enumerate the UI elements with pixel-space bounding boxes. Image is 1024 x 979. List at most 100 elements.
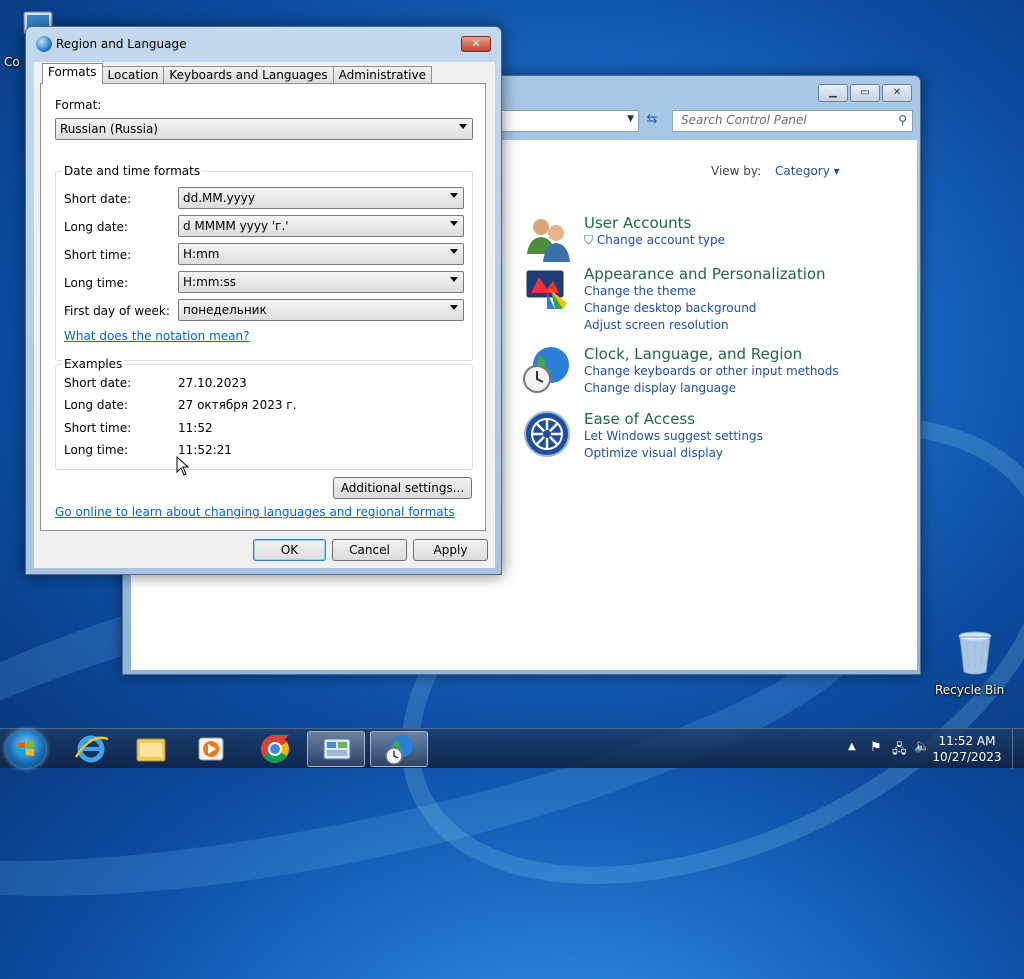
tab-administrative[interactable]: Administrative <box>332 66 433 84</box>
category-link[interactable]: Let Windows suggest settings <box>584 428 884 445</box>
formats-panel: Format: Russian (Russia) Date and time f… <box>40 83 486 531</box>
taskbar-region-language[interactable] <box>370 731 428 767</box>
chevron-down-icon <box>450 249 458 254</box>
start-button[interactable] <box>6 730 46 768</box>
chevron-up-icon[interactable]: ▲ <box>848 741 856 752</box>
taskbar-chrome[interactable] <box>246 731 304 767</box>
chrome-icon <box>261 735 289 763</box>
category-link[interactable]: Change the theme <box>584 283 884 300</box>
category-title[interactable]: User Accounts <box>584 214 884 232</box>
ease-of-access-icon <box>524 411 570 457</box>
field-label: Long time: <box>64 276 129 290</box>
view-by-dropdown[interactable]: Category ▾ <box>775 164 840 178</box>
chevron-down-icon[interactable]: ▼ <box>627 114 634 124</box>
chevron-down-icon <box>459 124 467 129</box>
clock[interactable]: 11:52 AM 10/27/2023 <box>932 733 1002 765</box>
format-label: Format: <box>55 98 102 112</box>
tab-location[interactable]: Location <box>101 66 165 84</box>
folder-icon <box>136 738 166 762</box>
format-value: Russian (Russia) <box>60 122 158 136</box>
example-value: 27.10.2023 <box>178 376 247 390</box>
example-value: 27 октября 2023 г. <box>178 398 297 412</box>
clock-date: 10/27/2023 <box>932 750 1002 764</box>
long-time-select[interactable]: H:mm:ss <box>178 271 464 293</box>
category-title[interactable]: Clock, Language, and Region <box>584 345 884 363</box>
maximize-button[interactable]: ▭ <box>850 84 880 102</box>
taskbar-explorer[interactable] <box>122 731 180 767</box>
category-link[interactable]: ⛉ Change account type <box>584 232 884 249</box>
show-desktop-button[interactable] <box>1012 729 1024 769</box>
example-label: Short date: <box>64 376 132 390</box>
control-panel-icon <box>323 738 351 760</box>
category-link[interactable]: Change desktop background <box>584 300 884 317</box>
action-center-icon[interactable]: ⚑ <box>870 740 882 755</box>
short-time-select[interactable]: H:mm <box>178 243 464 265</box>
cancel-button[interactable]: Cancel <box>332 539 407 561</box>
view-by-value: Category <box>775 164 830 178</box>
group-label: Date and time formats <box>62 164 203 178</box>
category-link[interactable]: Change display language <box>584 380 884 397</box>
short-date-select[interactable]: dd.MM.yyyy <box>178 187 464 209</box>
close-button[interactable]: ✕ <box>461 36 491 52</box>
system-tray: ▲ ⚑ 🖧 🔈 11:52 AM 10/27/2023 <box>834 729 1024 769</box>
mouse-cursor-icon <box>176 456 190 476</box>
notation-help-link[interactable]: What does the notation mean? <box>64 329 249 343</box>
category-link[interactable]: Change keyboards or other input methods <box>584 363 884 380</box>
link-text: Change account type <box>596 233 726 247</box>
ok-button[interactable]: OK <box>253 539 326 561</box>
example-label: Long time: <box>64 443 129 457</box>
recycle-bin-icon <box>958 631 992 675</box>
refresh-icon[interactable]: ⇆ <box>641 110 663 132</box>
category-link[interactable]: Adjust screen resolution <box>584 317 884 334</box>
view-by-label: View by: <box>711 164 762 178</box>
example-value: 11:52:21 <box>178 443 232 457</box>
dialog-title: Region and Language <box>56 37 187 51</box>
field-label: Long date: <box>64 220 128 234</box>
appearance-icon <box>526 270 567 309</box>
category-link[interactable]: Optimize visual display <box>584 445 884 462</box>
additional-settings-button[interactable]: Additional settings... <box>333 477 472 499</box>
field-label: First day of week: <box>64 304 170 318</box>
example-label: Long date: <box>64 398 128 412</box>
volume-icon[interactable]: 🔈 <box>914 739 930 754</box>
dialog-client: Formats Location Keyboards and Languages… <box>34 62 495 568</box>
group-label: Examples <box>62 357 125 371</box>
view-by: View by: Category ▾ <box>711 164 840 178</box>
first-day-select[interactable]: понедельник <box>178 299 464 321</box>
example-label: Short time: <box>64 421 132 435</box>
taskbar-control-panel[interactable] <box>307 731 365 767</box>
field-value: dd.MM.yyyy <box>183 191 255 205</box>
minimize-button[interactable]: ▁ <box>818 84 848 102</box>
online-help-link[interactable]: Go online to learn about changing langua… <box>55 505 455 519</box>
clock-time: 11:52 AM <box>938 734 996 748</box>
category-title[interactable]: Appearance and Personalization <box>584 265 884 283</box>
field-value: H:mm <box>183 247 220 261</box>
category-title[interactable]: Ease of Access <box>584 410 884 428</box>
search-placeholder: Search Control Panel <box>681 113 807 127</box>
tab-formats[interactable]: Formats <box>42 63 103 84</box>
format-select[interactable]: Russian (Russia) <box>55 118 473 140</box>
taskbar-media-player[interactable] <box>182 731 240 767</box>
search-input[interactable]: Search Control Panel ⚲ <box>672 110 913 132</box>
internet-explorer-icon <box>74 735 109 763</box>
example-value: 11:52 <box>178 421 213 435</box>
desktop-computer-label: Co <box>4 55 20 69</box>
field-value: понедельник <box>183 303 267 317</box>
network-icon[interactable]: 🖧 <box>892 740 907 762</box>
windows-logo-icon <box>18 741 34 756</box>
users-icon <box>527 219 570 262</box>
globe-icon <box>36 36 52 52</box>
apply-button[interactable]: Apply <box>413 539 488 561</box>
shield-icon: ⛉ <box>584 233 594 247</box>
search-icon[interactable]: ⚲ <box>898 113 907 127</box>
close-button[interactable]: ✕ <box>882 84 912 102</box>
tab-keyboards-languages[interactable]: Keyboards and Languages <box>163 66 334 84</box>
region-language-dialog: Region and Language ✕ Formats Location K… <box>25 26 502 575</box>
desktop-recycle-bin[interactable]: Recycle Bin <box>935 628 1015 697</box>
taskbar-internet-explorer[interactable] <box>62 731 120 767</box>
field-label: Short date: <box>64 192 132 206</box>
long-date-select[interactable]: d MMMM yyyy 'г.' <box>178 215 464 237</box>
chevron-down-icon <box>450 277 458 282</box>
recycle-bin-label: Recycle Bin <box>935 683 1005 697</box>
taskbar: ▲ ⚑ 🖧 🔈 11:52 AM 10/27/2023 <box>0 728 1024 769</box>
